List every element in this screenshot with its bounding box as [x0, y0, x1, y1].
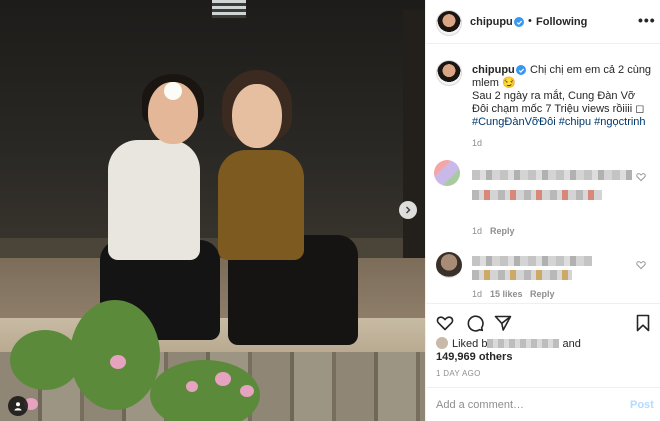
following-button[interactable]: Following: [536, 16, 587, 28]
blurred-comment-text: [472, 256, 592, 266]
next-photo-button[interactable]: [399, 201, 417, 219]
post-side-panel: chipupu • Following ••• chipupu Chị chị …: [425, 0, 660, 421]
post-header: chipupu • Following •••: [426, 0, 660, 44]
caption-line-2: Sau 2 ngày ra mắt, Cung Đàn Vỡ Đôi chạm …: [472, 90, 645, 115]
post-date[interactable]: 1 DAY AGO: [436, 369, 481, 378]
comment-like-icon[interactable]: [636, 172, 646, 182]
liked-by-and: and: [562, 338, 581, 350]
caption-hashtags[interactable]: #CungĐànVỡĐôi #chipu #ngọctrinh: [472, 116, 646, 128]
add-comment-bar: Post: [426, 387, 660, 421]
author-username[interactable]: chipupu: [470, 16, 513, 28]
liked-by-prefix: Liked b: [452, 338, 488, 350]
comment-reply-button[interactable]: Reply: [530, 289, 555, 299]
likes-summary[interactable]: Liked b and 149,969 others: [436, 337, 651, 364]
comment-like-icon[interactable]: [636, 260, 646, 270]
commenter-avatar[interactable]: [434, 160, 460, 186]
photo-wall: [0, 0, 425, 270]
comment-timestamp[interactable]: 1d: [472, 289, 482, 299]
paper-plane-icon[interactable]: [494, 314, 512, 332]
caption-timestamp[interactable]: 1d: [472, 138, 482, 148]
comment-timestamp[interactable]: 1d: [472, 226, 482, 236]
commenter-avatar[interactable]: [436, 252, 462, 278]
plant-flower: [215, 372, 231, 386]
blurred-comment-text: [472, 270, 572, 280]
bookmark-icon[interactable]: [634, 314, 652, 332]
heart-icon[interactable]: [436, 314, 454, 332]
verified-badge-icon: [514, 17, 524, 27]
author-avatar[interactable]: [436, 10, 462, 36]
person-right-top: [218, 150, 304, 260]
likes-count[interactable]: 149,969 others: [436, 351, 512, 363]
more-options-icon[interactable]: •••: [638, 12, 656, 28]
plant-flower: [186, 381, 198, 392]
tagged-users-button[interactable]: [8, 396, 28, 416]
comment-bubble-icon[interactable]: [466, 314, 484, 332]
comment-input[interactable]: [436, 396, 616, 414]
blurred-comment-text: [472, 170, 632, 180]
comment-reply-button[interactable]: Reply: [490, 226, 515, 236]
blurred-comment-text: [472, 190, 602, 200]
person-left-top: [108, 140, 200, 260]
plant-flower: [110, 355, 126, 369]
person-right-face: [232, 84, 282, 148]
blurred-liker-name: [487, 339, 560, 348]
caption-line-1: Chị chị em em cả 2 cùng mlem 😏: [472, 64, 652, 89]
photo-window: [212, 0, 246, 18]
header-separator: •: [528, 15, 532, 27]
hair-flower: [164, 82, 182, 100]
user-tag-icon: [14, 402, 22, 411]
caption-author-avatar[interactable]: [436, 60, 462, 86]
post-caption: Chị chị em em cả 2 cùng mlem 😏 Sau 2 ngà…: [472, 64, 652, 129]
post-action-bar: [426, 303, 660, 339]
post-photo[interactable]: [0, 0, 425, 421]
liker-avatar: [436, 337, 448, 349]
post-comment-button[interactable]: Post: [630, 399, 654, 411]
comment-likes[interactable]: 15 likes: [490, 289, 523, 299]
plant-flower: [240, 385, 254, 397]
chevron-right-icon: [405, 206, 411, 214]
